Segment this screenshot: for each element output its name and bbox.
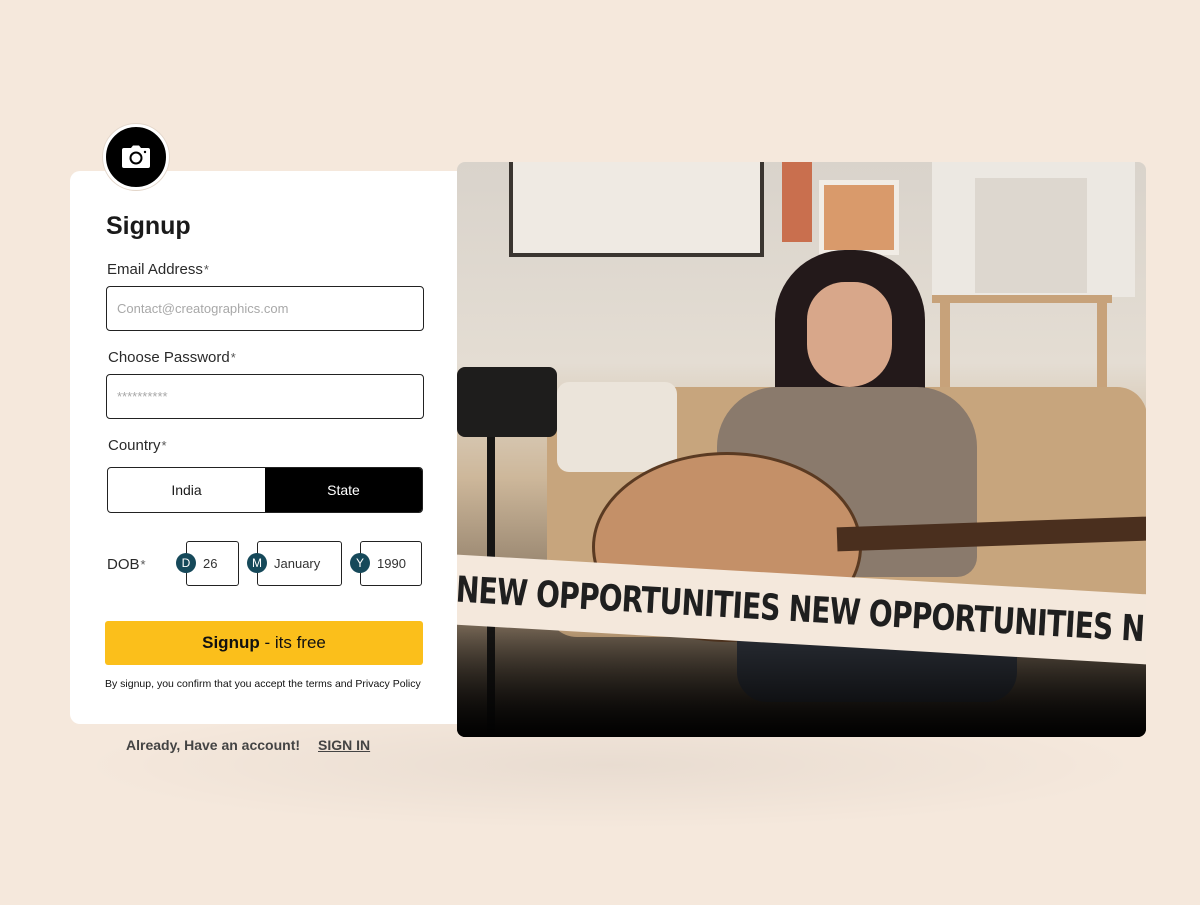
wall-photo-small: [782, 162, 812, 242]
country-option-india[interactable]: India: [108, 468, 265, 512]
sign-in-link[interactable]: SIGN IN: [318, 737, 370, 753]
dob-year-badge: Y: [350, 553, 370, 573]
dob-label: DOB*: [107, 556, 146, 573]
pillow: [557, 382, 677, 472]
easel-bar: [932, 295, 1112, 303]
page-title: Signup: [106, 212, 191, 240]
hero-photo: NEW OPPORTUNITIES NEW OPPORTUNITIES NEW …: [457, 162, 1146, 737]
avatar-upload[interactable]: [103, 124, 169, 190]
country-toggle: India State: [107, 467, 423, 513]
dob-month-badge: M: [247, 553, 267, 573]
person-face: [807, 282, 892, 387]
signup-button[interactable]: Signup - its free: [105, 621, 423, 665]
password-label: Choose Password*: [108, 349, 236, 366]
email-field[interactable]: [106, 286, 424, 331]
country-option-state[interactable]: State: [265, 468, 422, 512]
dob-day-badge: D: [176, 553, 196, 573]
dob-month-field[interactable]: January: [257, 541, 342, 586]
easel-leg-left: [940, 297, 950, 397]
wall-photo-frame: [819, 180, 899, 255]
camera-icon: [122, 145, 150, 168]
camera-on-tripod: [457, 367, 557, 437]
already-account-text: Already, Have an account!: [126, 737, 301, 753]
terms-text: By signup, you confirm that you accept t…: [105, 678, 421, 690]
country-label: Country*: [108, 437, 167, 454]
password-field[interactable]: [106, 374, 424, 419]
easel-leg-right: [1097, 297, 1107, 397]
email-label: Email Address*: [107, 261, 209, 278]
easel-drawing: [975, 178, 1087, 293]
wall-painting: [509, 162, 764, 257]
